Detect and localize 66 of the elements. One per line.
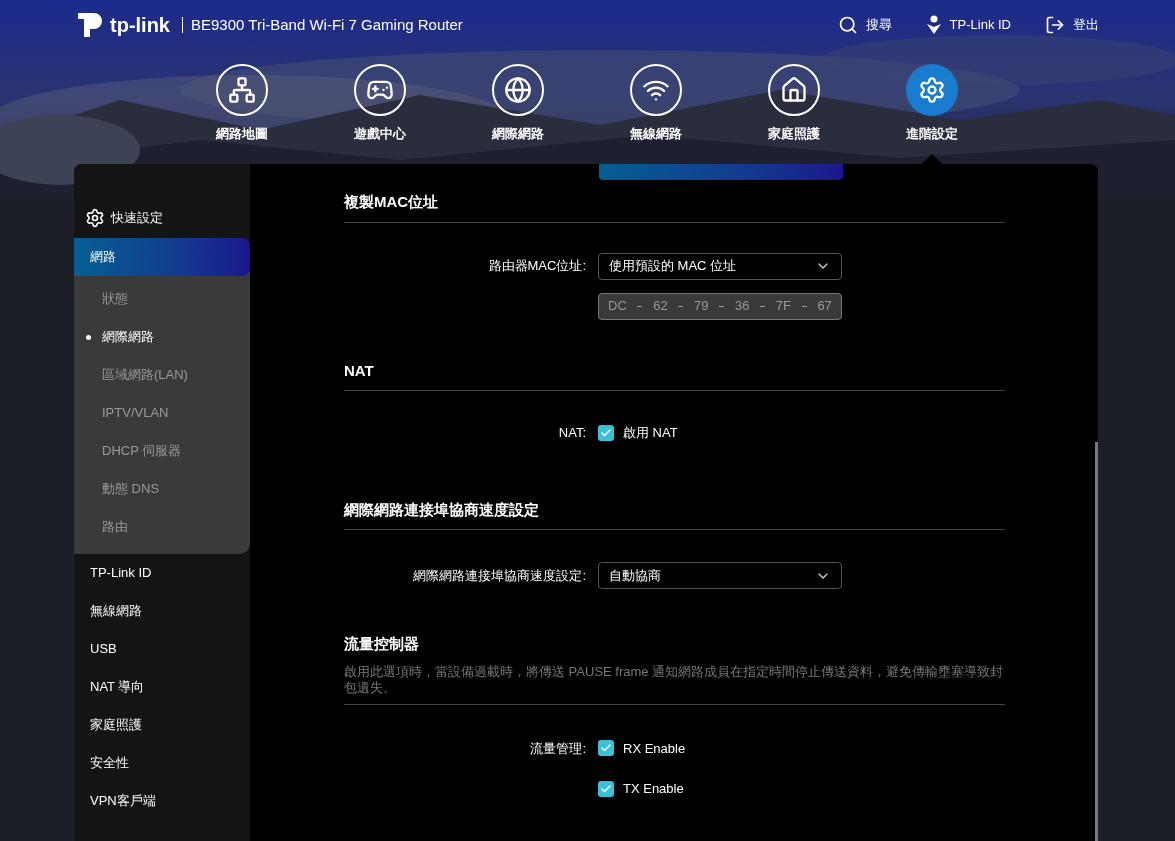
sidebar-item[interactable]: 無線網路 xyxy=(74,592,250,630)
nav-tab[interactable]: 無線網路 xyxy=(614,50,698,164)
header-action[interactable]: TP-Link ID xyxy=(925,15,1011,35)
checkbox-label: 啟用 NAT xyxy=(623,424,678,442)
nav-tab[interactable]: 網路地圖 xyxy=(200,50,284,164)
header-action[interactable]: 搜尋 xyxy=(837,15,892,35)
person-icon xyxy=(925,15,942,35)
section-title: 網際網路連接埠協商速度設定 xyxy=(344,499,540,520)
submenu-item[interactable]: 動態 DNS xyxy=(74,470,250,508)
section-title: 複製MAC位址 xyxy=(344,192,440,212)
brand-text: tp-link xyxy=(110,13,170,38)
checkbox[interactable] xyxy=(598,740,614,757)
sidebar-item[interactable]: 家庭照護 xyxy=(74,706,250,744)
network-icon xyxy=(228,76,256,104)
divider-icon xyxy=(182,17,183,33)
field-label: 流量管理: xyxy=(530,739,586,758)
product-title: BE9300 Tri-Band Wi-Fi 7 Gaming Router xyxy=(191,14,463,35)
separator-icon xyxy=(678,305,684,307)
house-icon xyxy=(780,76,808,104)
logout-icon xyxy=(1045,15,1065,35)
octet-text: 7F xyxy=(775,297,791,316)
submenu-item[interactable]: IPTV/VLAN xyxy=(74,394,250,432)
section-description: 啟用此選項時，當設備過載時，將傳送 PAUSE frame 通知網路成員在指定時間停止傳送資料，避免傳輸壅塞導致封包遺失。 xyxy=(344,663,1005,697)
section-title: 流量控制器 xyxy=(344,634,420,654)
checkbox-label: RX Enable xyxy=(623,739,686,758)
field-label: NAT: xyxy=(558,424,586,442)
submenu-item[interactable]: 路由 xyxy=(74,508,250,546)
octet-text: DC xyxy=(608,297,627,316)
check-icon xyxy=(600,426,612,439)
separator-icon xyxy=(719,305,725,307)
submenu-item[interactable]: 網際網路 xyxy=(74,318,250,356)
separator-icon xyxy=(801,305,807,307)
submenu-item[interactable]: 狀態 xyxy=(74,280,250,318)
sidebar-item[interactable]: VPN客戶端 xyxy=(74,782,250,820)
quick-setup-item[interactable]: 快速設定 xyxy=(74,206,163,230)
nav-tab[interactable]: 網際網路 xyxy=(476,50,560,164)
nav-tab[interactable]: 家庭照護 xyxy=(752,50,836,164)
submenu-item[interactable]: DHCP 伺服器 xyxy=(74,432,250,470)
dropdown[interactable]: 使用預設的 MAC 位址 xyxy=(598,252,842,280)
octet-text: 79 xyxy=(694,297,709,316)
sidebar-item[interactable]: TP-Link ID xyxy=(74,554,250,592)
header-action[interactable]: 登出 xyxy=(1045,15,1099,35)
gear-icon xyxy=(85,208,105,228)
octet-text: 67 xyxy=(817,297,832,316)
dropdown[interactable]: 自動協商 xyxy=(598,562,842,589)
separator-icon xyxy=(637,305,643,307)
gear-icon xyxy=(918,76,946,104)
octet-text: 62 xyxy=(653,297,668,316)
checkbox-label: TX Enable xyxy=(623,780,684,798)
field-label: 網際網路連接埠協商速度設定: xyxy=(413,566,586,585)
checkbox[interactable] xyxy=(598,424,614,441)
field-label: 路由器MAC位址: xyxy=(488,257,586,276)
nav-tab[interactable]: 遊戲中心 xyxy=(338,50,422,164)
submenu-item[interactable]: 區域網路(LAN) xyxy=(74,356,250,394)
globe-icon xyxy=(504,76,532,104)
sidebar-item[interactable]: USB xyxy=(74,630,250,668)
search-icon xyxy=(837,15,858,35)
sidebar-item[interactable]: 網路 xyxy=(74,238,250,276)
mac-address-field[interactable]: DC 62 79 36 7F 67 xyxy=(598,292,842,320)
separator-icon xyxy=(760,305,766,307)
sidebar-item[interactable]: 安全性 xyxy=(74,744,250,782)
checkbox[interactable] xyxy=(598,780,614,797)
check-icon xyxy=(600,782,612,795)
section-title: NAT xyxy=(344,360,375,381)
sidebar-item[interactable]: NAT 導向 xyxy=(74,668,250,706)
octet-text: 36 xyxy=(734,297,750,316)
